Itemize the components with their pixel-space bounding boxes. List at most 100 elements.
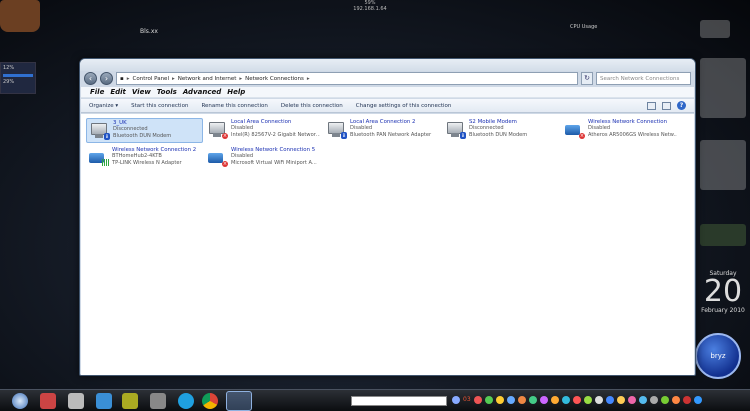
menu-advanced[interactable]: Advanced [183,88,221,96]
connection-device: Intel(R) 82567V-2 Gigabit Network... [231,131,320,138]
connection-text: Local Area Connection 2 Disabled Bluetooth… [350,119,439,138]
tray-icon[interactable] [506,396,515,404]
breadcrumb-chevron-icon[interactable]: ▸ [307,76,310,82]
date-day: 20 [703,274,743,309]
tray-icon[interactable] [660,396,669,404]
connection-device: TP-LINK Wireless N Adapter [112,159,182,166]
connection-device: Atheros AR5006GS Wireless Netw... [588,131,677,138]
tools-icon[interactable] [68,393,84,409]
connection-text: Wireless Network Connection 5 Disabled Mic… [231,147,320,166]
taskbar-network-window[interactable] [226,391,252,411]
tray-icon[interactable] [550,396,559,404]
menu-help[interactable]: Help [227,88,245,96]
right-gadget-1 [700,20,730,38]
connection-text: Wireless Network Connection Disabled Ather… [588,119,677,138]
connection-item[interactable]: B S2 Mobile Modem Disconnected Bluetooth DU… [443,118,560,143]
skype-icon[interactable] [178,393,194,409]
wireless-icon: × [207,147,228,167]
tray-icon[interactable] [528,396,537,404]
tray-icon[interactable] [495,396,504,404]
connection-text: S2 Mobile Modem Disconnected Bluetooth DUN… [469,119,558,138]
tray-icon[interactable] [605,396,614,404]
start-connection-button[interactable]: Start this connection [131,103,188,109]
menu-edit[interactable]: Edit [110,88,126,96]
rename-connection-button[interactable]: Rename this connection [201,103,267,109]
tray-icon[interactable] [671,396,680,404]
ethernet-icon: × [207,119,228,139]
breadcrumb-network-connections[interactable]: Network Connections [245,76,304,82]
tray-icon[interactable] [572,396,581,404]
media-gadget [700,224,746,246]
breadcrumb-control-panel[interactable]: Control Panel [133,76,169,82]
connection-text: 3_UK Disconnected Bluetooth DUN Modem [113,120,200,139]
connection-item[interactable]: B Local Area Connection 2 Disabled Bluetoot… [324,118,441,143]
view-controls: ? [647,101,686,110]
connection-device: Bluetooth DUN Modem [469,131,528,138]
preview-pane-icon[interactable] [662,101,671,110]
connection-item[interactable]: × Local Area Connection Disabled Intel(R) 8… [205,118,322,143]
breadcrumb-chevron-icon[interactable]: ▸ [239,76,242,82]
delete-connection-button[interactable]: Delete this connection [281,103,343,109]
tray-icon[interactable] [616,396,625,404]
menu-tools[interactable]: Tools [157,88,177,96]
wireless-icon [88,147,109,167]
orb-label: bryz [710,352,726,360]
connection-item[interactable]: × Wireless Network Connection Disabled Athe… [562,118,679,143]
meter-value-2: 29% [3,79,15,85]
tray-icon[interactable] [539,396,548,404]
date-gadget: Saturday 20 February 2010 [698,270,748,314]
help-icon[interactable]: ? [677,101,686,110]
tray-icon[interactable] [452,396,460,404]
search-input[interactable]: Search Network Connections [596,72,691,85]
network-connections-window: ‹ › ▪ ▸ Control Panel ▸ Network and Inte… [79,58,696,376]
tray-icon[interactable] [484,396,493,404]
chrome-icon[interactable] [202,393,218,409]
organize-button[interactable]: Organize ▾ [89,103,118,109]
back-button[interactable]: ‹ [84,72,97,85]
connection-device: Bluetooth PAN Network Adapter [350,131,432,138]
tray-icon[interactable] [693,396,702,404]
forward-button[interactable]: › [100,72,113,85]
tray-icon[interactable] [473,396,482,404]
refresh-button[interactable]: ↻ [581,72,593,85]
tray-icon[interactable] [517,396,526,404]
network-gadget: 59% 192.168.1.64 [310,0,430,18]
tray-icon[interactable] [594,396,603,404]
modem-icon: B [89,120,110,140]
breadcrumb[interactable]: ▪ ▸ Control Panel ▸ Network and Internet… [116,72,578,85]
app-icon-1[interactable] [40,393,56,409]
cuckoo-label: Bls.xx [140,28,158,35]
tray-icon[interactable] [627,396,636,404]
change-view-icon[interactable] [647,101,656,110]
date-month: February 2010 [701,307,745,314]
tray-icon[interactable] [561,396,570,404]
meter-gadget: 12% 29% [0,62,36,94]
breadcrumb-chevron-icon[interactable]: ▸ [127,76,130,82]
connection-item[interactable]: Wireless Network Connection 2 BTHomeHub2-… [86,146,203,171]
window-titlebar[interactable] [80,59,695,71]
tray-icon[interactable] [682,396,691,404]
start-button-icon[interactable] [12,393,28,409]
search-placeholder: Search Network Connections [600,75,680,82]
modem-icon: B [445,119,466,139]
command-bar: Organize ▾ Start this connection Rename … [81,99,694,113]
taskbar: 03 [0,389,750,411]
menu-file[interactable]: File [90,88,104,96]
connection-text: Wireless Network Connection 2 BTHomeHub2-… [112,147,201,166]
tray-icon[interactable] [583,396,592,404]
right-gadget-3 [700,140,746,190]
ie-icon[interactable] [96,393,112,409]
app-icon-2[interactable] [122,393,138,409]
breadcrumb-chevron-icon[interactable]: ▸ [172,76,175,82]
gear-icon[interactable] [150,393,166,409]
change-settings-button[interactable]: Change settings of this connection [356,103,452,109]
taskbar-search-input[interactable] [351,396,447,406]
breadcrumb-network-internet[interactable]: Network and Internet [178,76,237,82]
menu-view[interactable]: View [132,88,151,96]
connection-text: Local Area Connection Disabled Intel(R) 82… [231,119,320,138]
connection-item[interactable]: × Wireless Network Connection 5 Disabled Mi… [205,146,322,171]
tray-icon[interactable] [649,396,658,404]
tray-icon[interactable] [638,396,647,404]
right-gadget-2 [700,58,746,118]
connection-item[interactable]: B 3_UK Disconnected Bluetooth DUN Modem [86,118,203,143]
